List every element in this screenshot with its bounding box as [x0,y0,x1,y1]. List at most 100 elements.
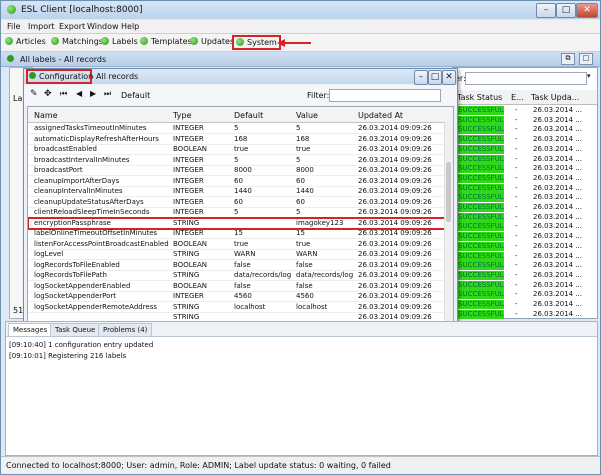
col-name[interactable]: Name [34,111,58,120]
toolbar-system[interactable]: System [232,35,281,50]
maximize-icon[interactable]: □ [579,53,593,65]
task-row[interactable]: SUCCESSFUL - 26.03.2014 ... [453,280,597,291]
task-row[interactable]: SUCCESSFUL - 26.03.2014 ... [453,115,597,126]
menu-help[interactable]: Help [121,22,139,31]
prev-page-icon[interactable]: ◀ [76,89,82,98]
task-row[interactable]: SUCCESSFUL - 26.03.2014 ... [453,222,597,232]
col-task-update[interactable]: Task Upda... [531,93,579,102]
task-cell: - [515,144,518,153]
col-type[interactable]: Type [173,111,191,120]
task-row[interactable]: SUCCESSFUL - 26.03.2014 ... [453,144,597,155]
config-minimize-button[interactable]: – [414,70,428,85]
toolbar-labels[interactable]: Labels [101,37,138,46]
config-row[interactable]: logLevel STRING WARN WARN 26.03.2014 09:09:2… [28,249,446,260]
config-cell: INTEGER [173,197,204,206]
config-row[interactable]: automaticDisplayRefreshAfterHours INTEGER… [28,134,446,145]
config-cell: false [234,281,251,290]
toolbar-matchings[interactable]: Matchings [51,37,103,46]
config-row[interactable]: logSocketAppenderPort INTEGER 4560 4560 26.0… [28,291,446,302]
config-row[interactable]: broadcastEnabled BOOLEAN true true 26.03.201… [28,144,446,155]
config-row[interactable]: logRecordsToFilePath STRING data/records/l… [28,270,446,281]
edit-icon[interactable]: ✎ [30,89,38,99]
col-value[interactable]: Value [296,111,318,120]
dropdown-icon[interactable]: ▾ [587,72,591,80]
task-row[interactable]: SUCCESSFUL - 26.03.2014 ... [453,309,597,320]
task-row[interactable]: SUCCESSFUL - 26.03.2014 ... [453,164,597,174]
config-cell: 60 [234,176,243,185]
move-icon[interactable]: ✥ [44,89,52,99]
task-row[interactable]: SUCCESSFUL - 26.03.2014 ... [453,125,597,135]
config-cell: INTEGER [173,134,204,143]
status-badge: SUCCESSFUL [456,280,504,290]
last-page-icon[interactable]: ⏭ [104,89,111,99]
col-task-status[interactable]: Task Status [457,93,502,102]
col-e[interactable]: E... [511,93,524,102]
config-maximize-button[interactable]: □ [428,70,442,85]
task-row[interactable]: SUCCESSFUL - 26.03.2014 ... [453,232,597,242]
menu-window[interactable]: Window [87,22,119,31]
task-row[interactable]: SUCCESSFUL - 26.03.2014 ... [453,300,597,310]
menu-export[interactable]: Export [59,22,85,31]
minimize-button[interactable]: – [536,3,556,18]
task-row[interactable]: SUCCESSFUL - 26.03.2014 ... [453,212,597,223]
tab-task-queue[interactable]: Task Queue [50,323,101,336]
labels-filter-input[interactable] [465,72,587,85]
config-filter-input[interactable] [329,89,441,102]
task-cell: 26.03.2014 ... [533,261,582,270]
vertical-scrollbar[interactable] [444,122,453,323]
task-cell: - [515,115,518,124]
first-page-icon[interactable]: ⏮ [60,89,67,99]
tab-messages[interactable]: Messages [8,323,53,336]
status-badge: SUCCESSFUL [456,290,504,300]
config-row[interactable]: logRecordsToFileEnabled BOOLEAN false false… [28,260,446,271]
config-row[interactable]: cleanupUpdateStatusAfterDays INTEGER 60 60 2… [28,197,446,208]
config-row[interactable]: clientReloadSleepTimeInSeconds INTEGER 5 5 2… [28,207,446,218]
config-row[interactable]: encryptionPassphrase STRING imagokey123 26.… [28,216,447,230]
task-row[interactable]: SUCCESSFUL - 26.03.2014 ... [453,173,597,184]
config-row[interactable]: cleanupIntervalInMinutes INTEGER 1440 1440 2… [28,186,446,197]
config-row[interactable]: labelOnlineTimeoutOffsetInMinutes INTEGER… [28,228,446,239]
task-cell: 26.03.2014 ... [533,183,582,192]
task-row[interactable]: SUCCESSFUL - 26.03.2014 ... [453,203,597,213]
config-row[interactable]: logSocketAppenderRemoteAddress STRING loca… [28,302,446,313]
task-row[interactable]: SUCCESSFUL - 26.03.2014 ... [453,241,597,252]
toolbar-updates[interactable]: Updates [190,37,234,46]
restore-icon[interactable]: ⧉ [561,53,575,65]
next-page-icon[interactable]: ▶ [90,89,96,98]
config-row[interactable]: cleanupImportAfterDays INTEGER 60 60 26.03.2… [28,176,446,187]
task-row[interactable]: SUCCESSFUL - 26.03.2014 ... [453,183,597,194]
config-close-button[interactable]: ✕ [442,70,456,85]
task-row[interactable]: SUCCESSFUL - 26.03.2014 ... [453,270,597,281]
toolbar-articles[interactable]: Articles [5,37,46,46]
config-row[interactable]: broadcastPort INTEGER 8000 8000 26.03.2014 0… [28,165,446,176]
scroll-thumb[interactable] [446,162,451,222]
default-label[interactable]: Default [121,91,150,100]
config-cell: 15 [296,229,305,237]
menu-import[interactable]: Import [28,22,55,31]
config-cell: 5 [296,155,301,164]
task-row[interactable]: SUCCESSFUL - 26.03.2014 ... [453,251,597,262]
maximize-button[interactable]: □ [556,3,576,18]
menu-file[interactable]: File [7,22,20,31]
config-cell: false [234,260,251,269]
task-row[interactable]: SUCCESSFUL - 26.03.2014 ... [453,290,597,300]
col-default[interactable]: Default [234,111,263,120]
task-row[interactable]: SUCCESSFUL - 26.03.2014 ... [453,135,597,145]
close-button[interactable]: ✕ [576,3,598,18]
tab-problems[interactable]: Problems (4) [98,323,153,336]
col-updated-at[interactable]: Updated At [358,111,403,120]
task-row[interactable]: SUCCESSFUL - 26.03.2014 ... [453,106,597,116]
config-row[interactable]: broadcastIntervalInMinutes INTEGER 5 5 26.03… [28,155,446,166]
config-row[interactable]: listenForAccessPointBroadcastEnabled BOOL… [28,239,446,250]
task-row[interactable]: SUCCESSFUL - 26.03.2014 ... [453,261,597,271]
config-cell: 26.03.2014 09:09:26 [358,187,432,195]
config-cell: 5 [296,208,301,216]
task-row[interactable]: SUCCESSFUL - 26.03.2014 ... [453,193,597,203]
config-cell: 26.03.2014 09:09:26 [358,239,432,248]
config-row[interactable]: logSocketAppenderEnabled BOOLEAN false fals… [28,281,446,292]
toolbar-label: Matchings [62,37,103,46]
config-row[interactable]: assignedTasksTimeoutInMinutes INTEGER 5 5 26… [28,123,446,134]
config-cell: BOOLEAN [173,260,208,269]
task-row[interactable]: SUCCESSFUL - 26.03.2014 ... [453,154,597,165]
toolbar-templates[interactable]: Templates [140,37,192,46]
